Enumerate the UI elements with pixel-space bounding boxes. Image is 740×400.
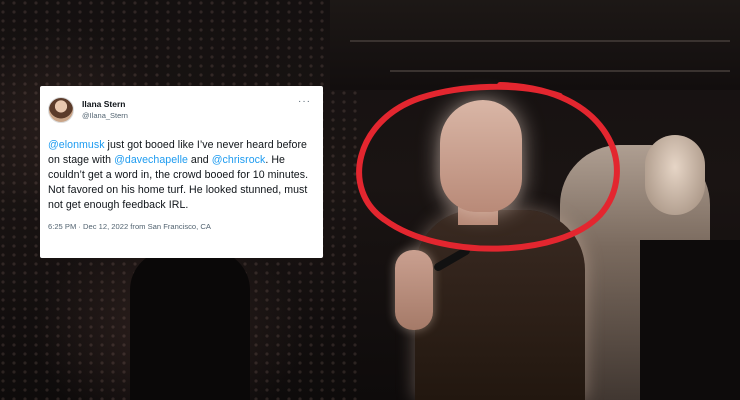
author-handle[interactable]: @Ilana_Stern	[82, 110, 128, 122]
more-options-icon[interactable]: ···	[298, 96, 311, 107]
author-names: Ilana Stern @Ilana_Stern	[82, 98, 128, 122]
tweet-header: Ilana Stern @Ilana_Stern ···	[48, 96, 311, 124]
author-display-name[interactable]: Ilana Stern	[82, 98, 128, 110]
mention-link[interactable]: @davechapelle	[114, 154, 188, 166]
avatar[interactable]	[48, 97, 74, 123]
tweet-text: @elonmusk just got booed like I’ve never…	[48, 138, 311, 213]
tweet-text-segment: and	[187, 154, 212, 166]
mention-link[interactable]: @chrisrock	[212, 154, 266, 166]
tweet-card[interactable]: Ilana Stern @Ilana_Stern ··· @elonmusk j…	[40, 86, 323, 258]
mention-link[interactable]: @elonmusk	[48, 139, 105, 151]
tweet-timestamp[interactable]: 6:25 PM · Dec 12, 2022 from San Francisc…	[48, 222, 311, 231]
